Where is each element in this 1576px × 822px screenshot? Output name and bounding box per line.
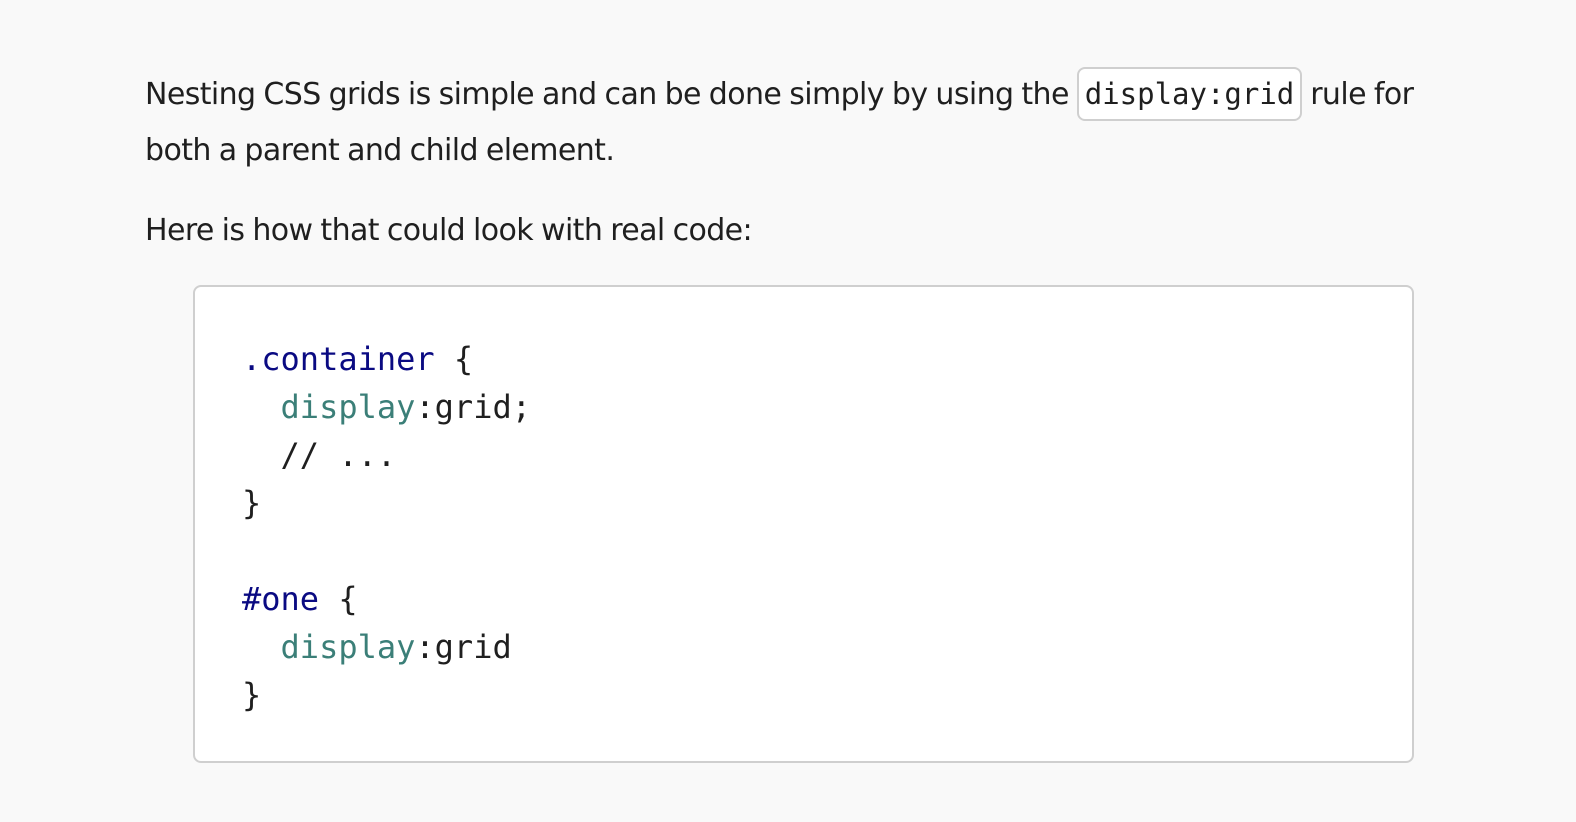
- inline-code-display-grid: display:grid: [1076, 67, 1303, 121]
- lead-paragraph: Here is how that could look with real co…: [145, 213, 753, 248]
- code-line: #one {: [242, 575, 531, 623]
- code-line: display:grid;: [242, 383, 531, 431]
- code-line: .container {: [242, 335, 531, 383]
- code-content: .container { display:grid; // ...} #one {…: [242, 335, 531, 719]
- code-token-selector: .container: [242, 340, 435, 378]
- code-line: }: [242, 671, 531, 719]
- code-token-plain: :grid: [415, 628, 512, 666]
- code-token-plain: {: [319, 580, 358, 618]
- code-token-plain: :grid;: [415, 388, 531, 426]
- code-token-comment: // ...: [242, 436, 397, 474]
- code-token-prop: display: [280, 628, 416, 666]
- code-token-plain: {: [434, 340, 474, 378]
- code-token-plain: }: [242, 676, 262, 714]
- code-line: display:grid: [242, 623, 531, 671]
- code-block: .container { display:grid; // ...} #one {…: [193, 285, 1414, 763]
- intro-text-before: Nesting CSS grids is simple and can be d…: [145, 77, 1077, 112]
- article-body: Nesting CSS grids is simple and can be d…: [145, 66, 1470, 259]
- code-line: // ...: [242, 431, 531, 479]
- code-token-selector: #one: [242, 580, 320, 618]
- code-token-prop: display: [280, 388, 416, 426]
- code-token-plain: }: [242, 484, 262, 522]
- intro-paragraph: Nesting CSS grids is simple and can be d…: [145, 66, 1470, 179]
- code-line: }: [242, 479, 531, 527]
